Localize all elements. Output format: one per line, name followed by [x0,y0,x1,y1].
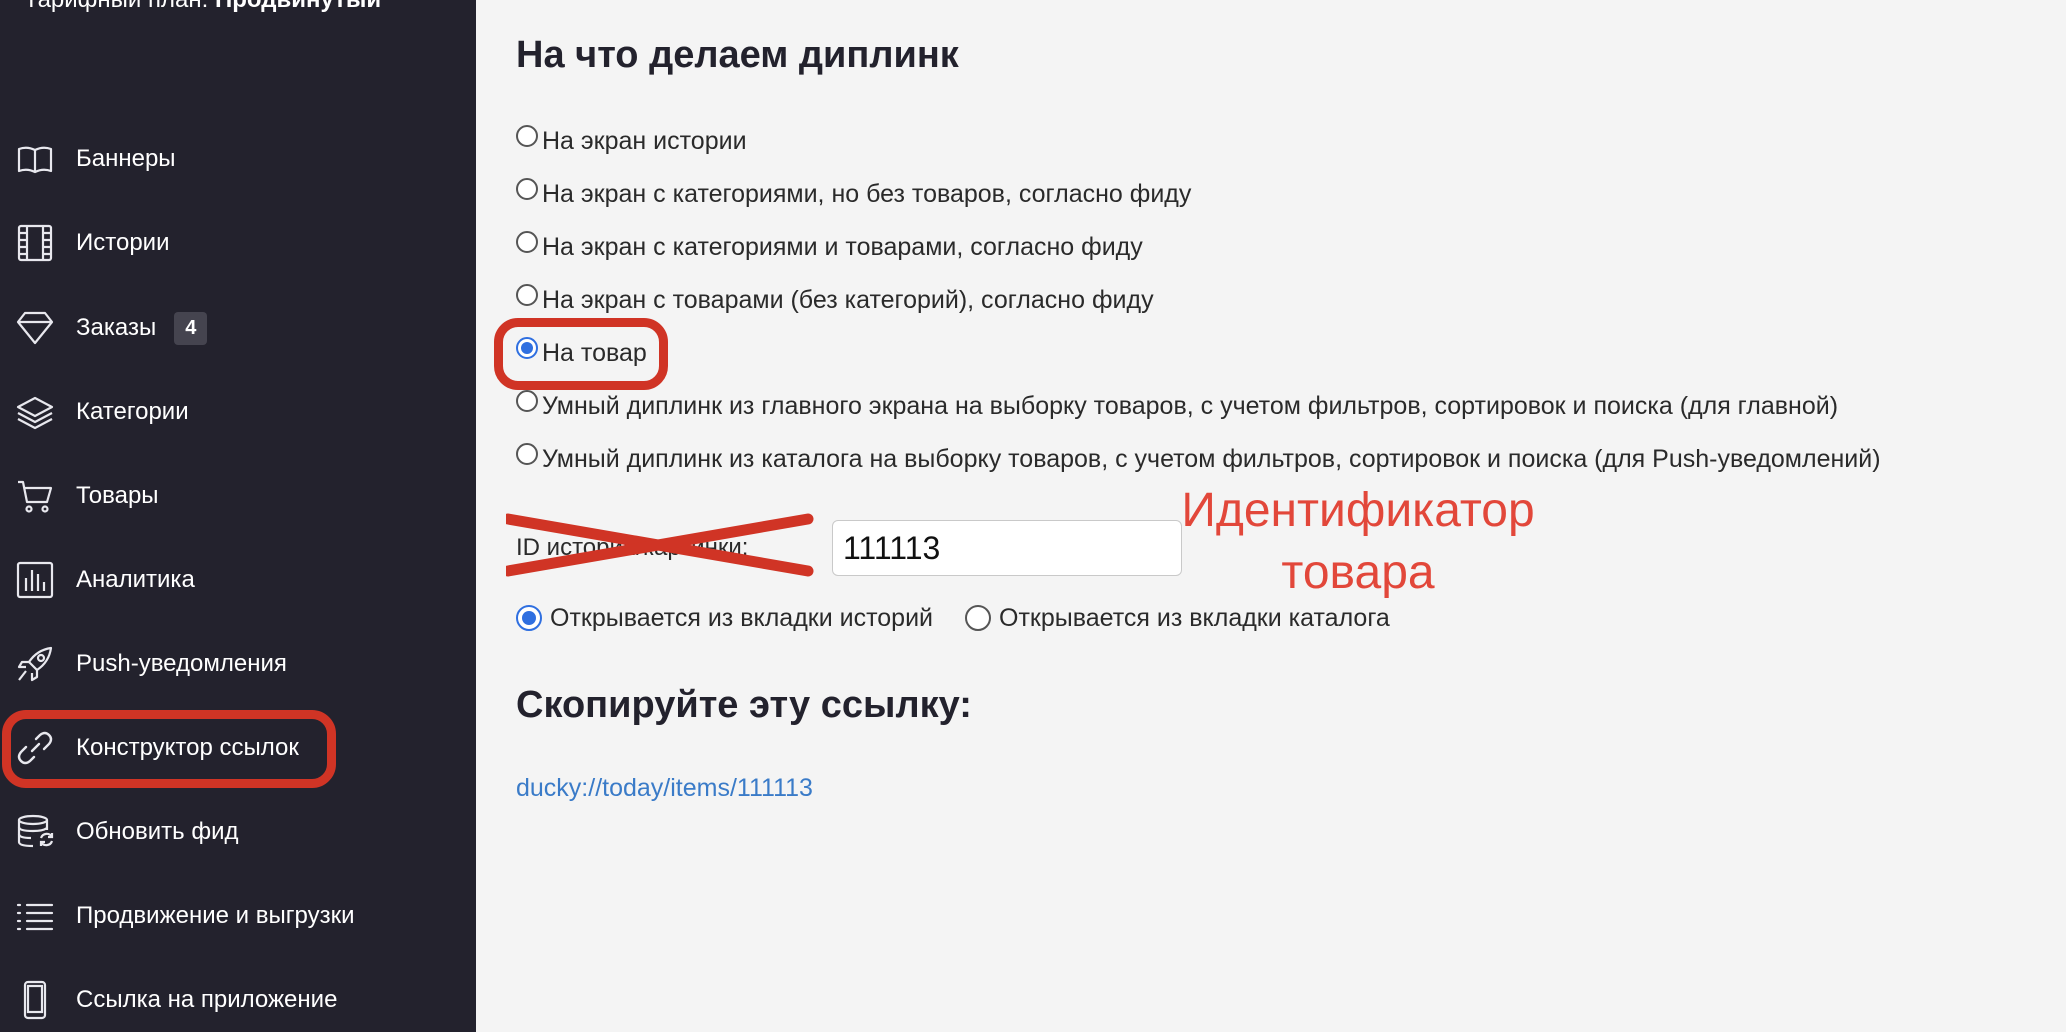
sidebar-item-push[interactable]: Push-уведомления [0,632,476,696]
option-story-screen[interactable]: На экран истории [516,121,747,161]
sidebar-item-label: Обновить фид [76,818,239,845]
radio-button[interactable] [516,443,538,465]
radio-button[interactable] [516,390,538,412]
annotation-line: Идентификатор [1181,484,1535,537]
main-content: На что делаем диплинк На экран истории Н… [476,0,2066,1032]
annotation-line: товара [1281,546,1435,599]
deeplink-url[interactable]: ducky://today/items/111113 [516,774,813,803]
film-icon [14,222,56,264]
bar-chart-icon [14,559,56,601]
option-open-from-catalog[interactable]: Открывается из вкладки каталога [965,604,1390,633]
sidebar-item-label: Товары [76,482,159,509]
sidebar-item-label: Конструктор ссылок [76,734,299,761]
cart-icon [14,475,56,517]
radio-button[interactable] [516,125,538,147]
option-product[interactable]: На товар [516,333,647,373]
id-input[interactable] [832,520,1182,576]
radio-button[interactable] [516,284,538,306]
sidebar-item-stories[interactable]: Истории [0,211,476,275]
option-categories-with-products[interactable]: На экран с категориями и товарами, согла… [516,227,1143,267]
id-field-row: ID истории/картинки: [516,518,1182,578]
diamond-icon [14,307,56,349]
option-open-from-stories[interactable]: Открывается из вкладки историй [516,604,933,633]
layers-icon [14,391,56,433]
copy-link-title: Скопируйте эту ссылку: [516,684,972,726]
option-label: На экран с категориями и товарами, согла… [542,232,1143,261]
orders-count-badge: 4 [174,311,208,345]
option-label: На экран с товарами (без категорий), сог… [542,285,1154,314]
orders-label: Заказы [76,313,157,341]
sidebar-item-update-feed[interactable]: Обновить фид [0,800,476,864]
sidebar-item-app-link[interactable]: Ссылка на приложение [0,968,476,1032]
sidebar-item-analytics[interactable]: Аналитика [0,548,476,612]
page-title: На что делаем диплинк [516,34,959,76]
radio-button[interactable] [965,605,992,631]
sidebar-item-label: Аналитика [76,566,195,593]
sidebar-item-label: Баннеры [76,145,176,172]
phone-icon [14,979,56,1021]
sidebar-item-label: Ссылка на приложение [76,986,338,1013]
option-label: На экран с категориями, но без товаров, … [542,179,1192,208]
radio-button-checked[interactable] [516,605,542,631]
sidebar-item-products[interactable]: Товары [0,464,476,528]
sidebar-item-label: Заказы 4 [76,311,208,345]
book-icon [14,138,56,180]
tariff-name: Продвинутый [215,0,381,13]
tariff-prefix: Тарифный план: [24,0,208,13]
sidebar-item-label: Продвижение и выгрузки [76,902,355,929]
tariff-plan: Тарифный план: Продвинутый [24,0,381,14]
rocket-icon [14,643,56,685]
sidebar-item-banners[interactable]: Баннеры [0,127,476,191]
database-refresh-icon [14,811,56,853]
option-smart-main[interactable]: Умный диплинк из главного экрана на выбо… [516,386,1838,426]
sidebar-item-orders[interactable]: Заказы 4 [0,296,476,360]
sidebar-item-label: Истории [76,229,170,256]
radio-button[interactable] [516,231,538,253]
option-label: Умный диплинк из каталога на выборку тов… [542,444,1881,473]
sidebar-item-link-builder[interactable]: Конструктор ссылок [0,716,476,780]
option-categories-no-products[interactable]: На экран с категориями, но без товаров, … [516,174,1191,214]
sidebar-item-categories[interactable]: Категории [0,380,476,444]
option-smart-catalog[interactable]: Умный диплинк из каталога на выборку тов… [516,439,1881,479]
sidebar-item-promotion[interactable]: Продвижение и выгрузки [0,884,476,948]
link-icon [14,727,56,769]
option-label: На экран истории [542,126,747,155]
id-field-label: ID истории/картинки: [516,534,749,561]
open-from-tab-options: Открывается из вкладки историй Открывает… [516,598,1422,638]
option-products-no-categories[interactable]: На экран с товарами (без категорий), сог… [516,280,1154,320]
option-label: Открывается из вкладки каталога [999,603,1390,632]
sidebar: Тарифный план: Продвинутый Баннеры Истор… [0,0,476,1032]
list-icon [14,895,56,937]
annotation-text: Идентификатор товара [1178,480,1538,604]
sidebar-item-label: Категории [76,398,189,425]
option-label: Умный диплинк из главного экрана на выбо… [542,391,1839,420]
option-label: На товар [542,338,647,367]
radio-button-checked[interactable] [516,337,538,359]
sidebar-item-label: Push-уведомления [76,650,287,677]
option-label: Открывается из вкладки историй [550,603,934,632]
radio-button[interactable] [516,178,538,200]
